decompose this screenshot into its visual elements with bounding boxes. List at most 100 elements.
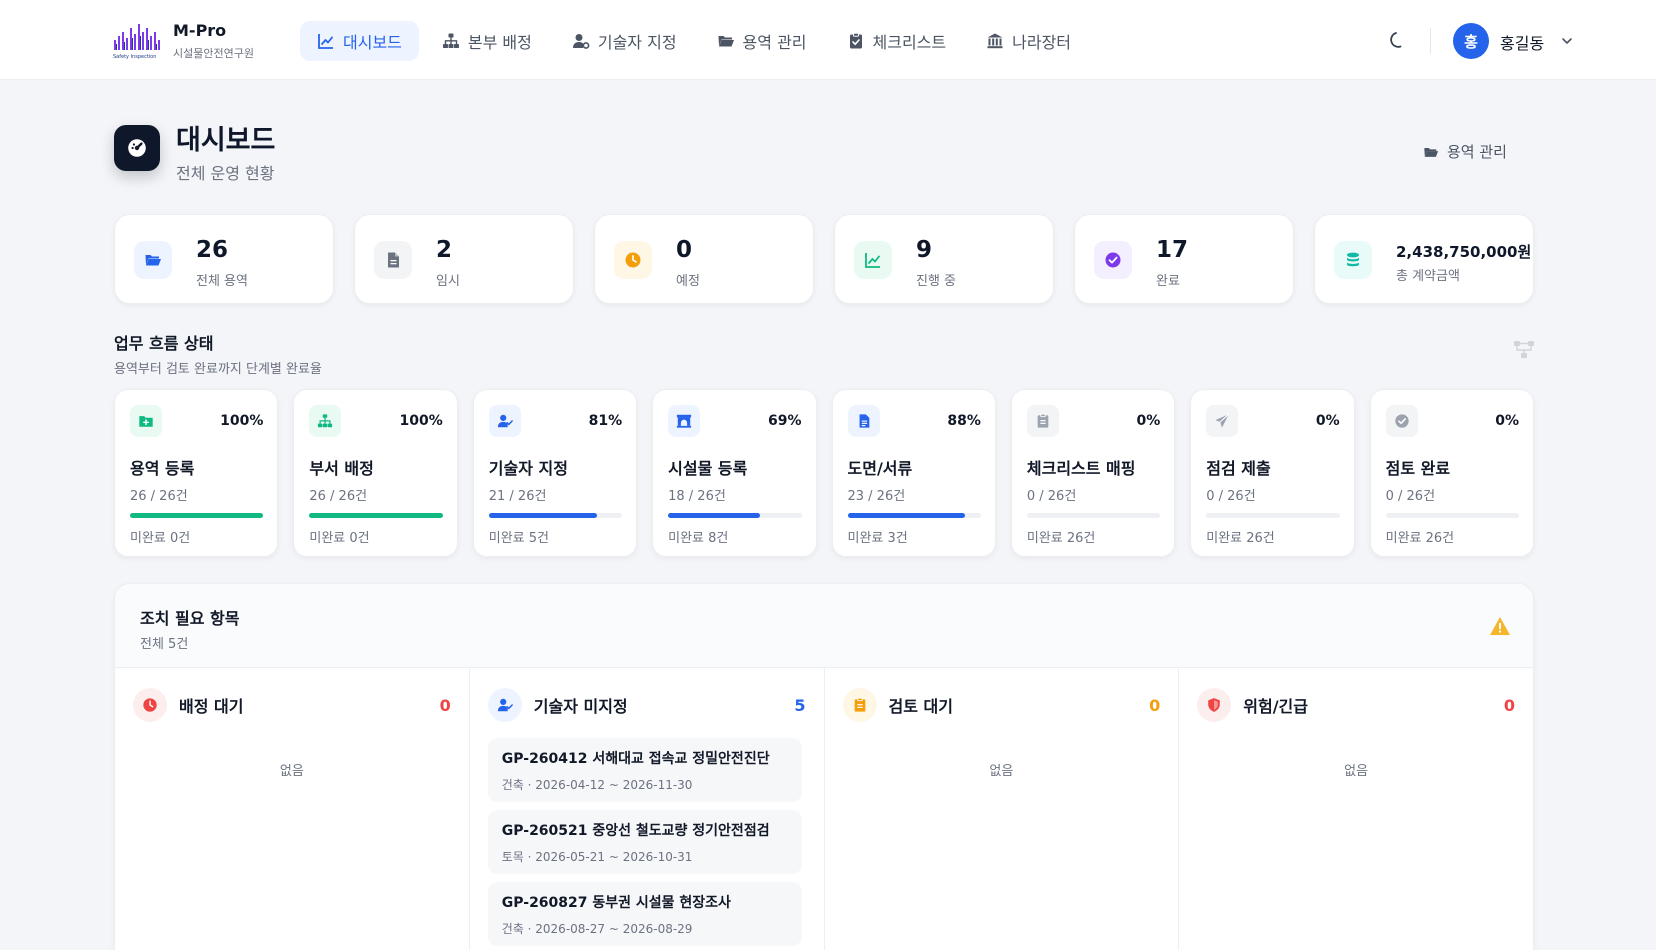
step-percent: 88%	[947, 413, 981, 429]
stat-card[interactable]: 0 예정	[594, 214, 814, 304]
progress-track	[1385, 513, 1519, 518]
workflow-step-card[interactable]: 81% 기술자 지정 21 / 26건 미완료 5건	[472, 389, 638, 557]
step-count: 0 / 26건	[1206, 489, 1256, 504]
step-count: 26 / 26건	[309, 489, 368, 504]
workflow-steps: 100% 용역 등록 26 / 26건 미완료 0건 100% 부서 배정 26…	[114, 389, 1534, 557]
avatar[interactable]: 홍	[1453, 23, 1489, 59]
step-remaining: 미완료 3건	[847, 531, 908, 546]
clipboard-icon	[1026, 405, 1059, 437]
file-icon	[374, 241, 412, 279]
step-percent: 0%	[1495, 413, 1519, 429]
action-panel: 조치 필요 항목 전체 5건 배정 대기 0 없음 기술자 미지정 5 GP-2…	[114, 583, 1534, 950]
empty-state: 없음	[279, 764, 304, 779]
workflow-step-card[interactable]: 69% 시설물 등록 18 / 26건 미완료 8건	[652, 389, 817, 557]
action-column-title: 배정 대기	[179, 697, 244, 716]
progress-fill	[309, 513, 443, 518]
stat-value: 26	[196, 237, 229, 263]
action-column-count: 0	[1149, 695, 1161, 715]
action-column-header: 배정 대기 0	[133, 688, 451, 722]
logo[interactable]: Safety Inspection M-Pro 시설물안전연구원	[113, 20, 263, 62]
step-remaining: 미완료 0건	[130, 531, 191, 546]
action-column-title: 기술자 미지정	[533, 697, 628, 716]
action-column-title: 검토 대기	[888, 697, 953, 716]
top-nav: Safety Inspection M-Pro 시설물안전연구원 대시보드 본부 …	[0, 0, 1656, 80]
stat-card[interactable]: 9 진행 중	[834, 214, 1054, 304]
action-column: 위험/긴급 0 없음	[1179, 668, 1533, 950]
stat-value: 0	[676, 237, 693, 263]
list-item-title: GP-260827 동부권 시설물 현장조사	[501, 895, 731, 911]
stat-card[interactable]: 17 완료	[1074, 214, 1294, 304]
workflow-step-card[interactable]: 0% 점검 제출 0 / 26건 미완료 26건	[1190, 389, 1355, 557]
logo-mark-icon	[114, 24, 160, 50]
action-panel-subtitle: 전체 5건	[140, 637, 189, 652]
chart-line-icon	[317, 32, 335, 50]
step-percent: 81%	[588, 413, 623, 429]
nav-item-label: 대시보드	[343, 33, 402, 52]
step-remaining: 미완료 26건	[1385, 531, 1455, 546]
folder-open-icon	[134, 241, 172, 279]
action-column-count: 5	[794, 695, 806, 715]
progress-fill	[130, 513, 264, 518]
file-lines-icon	[847, 405, 880, 437]
stat-label: 예정	[676, 274, 700, 289]
stat-value: 9	[916, 237, 933, 263]
sitemap-icon	[309, 405, 342, 437]
action-column-header: 기술자 미지정 5	[487, 688, 806, 722]
stat-value: 2	[436, 237, 453, 263]
workflow-step-card[interactable]: 88% 도면/서류 23 / 26건 미완료 3건	[831, 389, 996, 557]
nav-item-1[interactable]: 본부 배정	[425, 21, 549, 61]
paper-plane-icon	[1206, 405, 1239, 437]
chevron-down-icon[interactable]	[1560, 34, 1574, 48]
nav-item-0[interactable]: 대시보드	[300, 21, 419, 61]
progress-track	[668, 513, 802, 518]
workflow-step-card[interactable]: 0% 체크리스트 매핑 0 / 26건 미완료 26건	[1010, 389, 1176, 557]
action-column: 검토 대기 0 없음	[825, 668, 1180, 950]
progress-fill	[847, 513, 965, 518]
step-name: 기술자 지정	[488, 459, 568, 478]
nav-item-5[interactable]: 나라장터	[969, 21, 1088, 61]
action-item-list: GP-260412 서해대교 접속교 정밀안전진단 건축 · 2026-04-1…	[487, 738, 802, 950]
nav-item-3[interactable]: 용역 관리	[700, 21, 824, 61]
stat-label: 완료	[1156, 274, 1180, 289]
archway-icon	[668, 405, 701, 437]
empty-state: 없음	[989, 764, 1014, 779]
warning-icon	[1490, 617, 1510, 635]
folder-open-icon	[1424, 147, 1439, 157]
service-management-link-label: 용역 관리	[1447, 143, 1507, 161]
action-columns: 배정 대기 0 없음 기술자 미지정 5 GP-260412 서해대교 접속교 …	[115, 668, 1533, 950]
stat-value: 2,438,750,000원	[1396, 243, 1532, 261]
user-name[interactable]: 홍길동	[1500, 30, 1544, 54]
stat-card[interactable]: 26 전체 용역	[114, 214, 334, 304]
gauge-icon	[114, 125, 160, 171]
logo-title: M-Pro	[173, 21, 227, 40]
step-remaining: 미완료 0건	[309, 531, 370, 546]
action-column: 배정 대기 0 없음	[115, 668, 470, 950]
service-management-link[interactable]: 용역 관리	[1423, 141, 1507, 162]
stat-card[interactable]: 2 임시	[354, 214, 574, 304]
progress-track	[130, 513, 264, 518]
workflow-step-card[interactable]: 100% 부서 배정 26 / 26건 미완료 0건	[293, 389, 458, 557]
workflow-step-card[interactable]: 100% 용역 등록 26 / 26건 미완료 0건	[114, 389, 279, 557]
stat-value: 17	[1156, 237, 1189, 263]
nav-item-label: 기술자 지정	[597, 33, 677, 52]
nav-item-4[interactable]: 체크리스트	[830, 21, 964, 61]
workflow-step-card[interactable]: 0% 점토 완료 0 / 26건 미완료 26건	[1369, 389, 1534, 557]
user-check-icon	[488, 405, 521, 437]
step-name: 부서 배정	[309, 459, 374, 478]
step-name: 체크리스트 매핑	[1026, 459, 1136, 478]
stat-card[interactable]: 2,438,750,000원 총 계약금액	[1314, 214, 1534, 304]
empty-state: 없음	[1344, 764, 1369, 779]
user-check-icon	[487, 688, 522, 722]
step-count: 23 / 26건	[847, 489, 906, 504]
list-item[interactable]: GP-260412 서해대교 접속교 정밀안전진단 건축 · 2026-04-1…	[487, 738, 802, 802]
nav-item-2[interactable]: 기술자 지정	[555, 21, 694, 61]
list-item[interactable]: GP-260827 동부권 시설물 현장조사 건축 · 2026-08-27 ~…	[487, 882, 802, 946]
moon-icon[interactable]	[1387, 30, 1407, 50]
action-column-title: 위험/긴급	[1243, 697, 1308, 716]
diagram-icon[interactable]	[1513, 340, 1535, 360]
step-percent: 0%	[1136, 413, 1161, 429]
nav-item-label: 체크리스트	[872, 33, 947, 52]
list-item[interactable]: GP-260521 중앙선 철도교량 정기안전점검 토목 · 2026-05-2…	[487, 810, 802, 874]
stat-label: 진행 중	[916, 274, 957, 289]
workflow-title: 업무 흐름 상태	[114, 334, 214, 353]
